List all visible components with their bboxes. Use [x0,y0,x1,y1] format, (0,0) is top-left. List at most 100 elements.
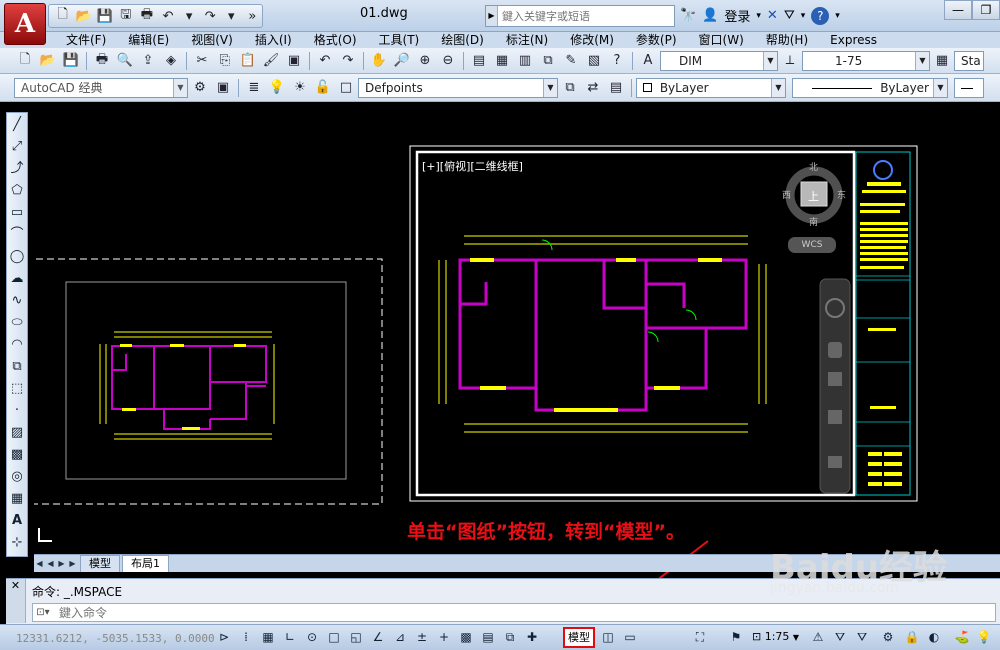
binoculars-icon[interactable]: 🔭 [680,8,696,23]
spline-icon[interactable]: ∿ [8,291,26,311]
construction-line-icon[interactable]: ⤢ [8,137,26,157]
lineweight-icon[interactable]: + [434,628,454,647]
app-logo[interactable]: A [4,3,46,45]
quick-view-layouts-icon[interactable]: ◫ [598,628,618,647]
ducs-icon[interactable]: ⊿ [390,628,410,647]
chevron-down-icon[interactable]: ▾ [801,11,806,21]
maximize-viewport-icon[interactable]: ⛶ [690,628,710,647]
print-icon[interactable]: 🖶 [91,51,113,71]
auto-scale-icon[interactable]: ⛛ [830,628,850,647]
triangle-icon[interactable]: ⛛ [784,8,795,23]
first-tab-icon[interactable]: ◀ [34,559,45,568]
table-style-icon[interactable]: ▦ [931,51,953,71]
lock-icon[interactable]: 🔒 [902,628,922,647]
dyn-icon[interactable]: ± [412,628,432,647]
otrack-icon[interactable]: ∠ [368,628,388,647]
viewcube-south[interactable]: 南 [809,215,818,228]
menu-format[interactable]: 格式(O) [303,32,368,48]
wcs-menu[interactable]: WCS [788,237,836,253]
tab-layout1[interactable]: 布局1 [122,555,169,572]
copy-icon[interactable]: ⎘ [214,51,236,71]
region-icon[interactable]: ◎ [8,467,26,487]
osnap-icon[interactable]: □ [324,628,344,647]
menu-view[interactable]: 视图(V) [180,32,244,48]
drawing-canvas[interactable]: [+][俯视][二维线框] 北 南 东 西 上 WCS [34,104,1000,554]
layer-previous-icon[interactable]: ⇄ [582,78,604,98]
polyline-icon[interactable]: ⤴ [8,159,26,179]
viewport-label[interactable]: [+][俯视][二维线框] [422,158,523,174]
restore-icon[interactable]: ❐ [972,0,1000,20]
properties-icon[interactable]: ▤ [468,51,490,71]
3d-osnap-icon[interactable]: ◱ [346,628,366,647]
login-label[interactable]: 登录 [724,6,750,25]
search-input[interactable] [498,9,674,23]
layer-state-icon[interactable]: ▤ [605,78,627,98]
menu-file[interactable]: 文件(F) [55,32,117,48]
minimize-icon[interactable]: — [944,0,972,20]
insert-block-icon[interactable]: ⧉ [8,357,26,377]
menu-draw[interactable]: 绘图(D) [430,32,495,48]
cut-icon[interactable]: ✂ [191,51,213,71]
sheet-set-icon[interactable]: ⧉ [537,51,559,71]
rectangle-icon[interactable]: ▭ [8,203,26,223]
gear-icon[interactable]: ⚙ [189,78,211,98]
dimstyle-select[interactable]: DIM ▼ [660,50,778,71]
lineweight-select[interactable] [954,77,984,98]
menu-dimension[interactable]: 标注(N) [495,32,559,48]
menu-modify[interactable]: 修改(M) [559,32,625,48]
ellipse-arc-icon[interactable]: ◠ [8,335,26,355]
redo-icon[interactable]: ↷ [201,7,220,25]
open-icon[interactable]: 📂 [37,51,59,71]
block-editor-icon[interactable]: ▣ [283,51,305,71]
polar-icon[interactable]: ⊙ [302,628,322,647]
zoom-window-icon[interactable]: ⊕ [414,51,436,71]
save-icon[interactable]: 💾 [95,7,114,25]
color-select[interactable]: ByLayer ▼ [636,77,786,98]
gear-icon[interactable]: ⚙ [878,628,898,647]
add-selected-icon[interactable]: ⊹ [8,533,26,553]
make-block-icon[interactable]: ⬚ [8,379,26,399]
menu-tools[interactable]: 工具(T) [368,32,431,48]
workspace-icon[interactable]: ▣ [212,78,234,98]
selection-cycling-icon[interactable]: ⧉ [500,628,520,647]
scale-select[interactable]: 1-75 ▼ [802,50,930,71]
chevron-down-icon[interactable]: ▾ [835,11,840,21]
redo-icon[interactable]: ↷ [337,51,359,71]
help-icon[interactable]: ? [811,6,830,25]
match-properties-icon[interactable]: 🖌 [260,51,282,71]
viewcube-top-label[interactable]: 上 [808,188,819,204]
hardware-acceleration-icon[interactable]: ◐ [924,628,944,647]
quick-view-drawings-icon[interactable]: ▭ [620,628,640,647]
snap-icon[interactable]: ⁞ [236,628,256,647]
chevron-down-icon[interactable]: ▾ [756,11,761,21]
workspace-switch-icon[interactable]: ⛛ [852,628,872,647]
coordinates-readout[interactable]: 12331.6212, -5035.1533, 0.0000 [16,632,215,645]
arc-icon[interactable]: ⌒ [8,225,26,245]
3d-print-icon[interactable]: ◈ [160,51,182,71]
last-tab-icon[interactable]: ▶ [67,559,78,568]
next-tab-icon[interactable]: ▶ [56,559,67,568]
grid-icon[interactable]: ▦ [258,628,278,647]
preview-icon[interactable]: 🔍 [114,51,136,71]
annotation-visibility-icon[interactable]: ⚑ [726,628,746,647]
new-icon[interactable]: 🗋 [14,51,36,71]
gradient-icon[interactable]: ▩ [8,445,26,465]
dropdown-icon[interactable]: ▾ [180,7,199,25]
user-icon[interactable]: 👤 [702,8,718,23]
isolate-objects-icon[interactable]: ⛳ [952,628,972,647]
tab-model[interactable]: 模型 [80,555,120,572]
markup-icon[interactable]: ✎ [560,51,582,71]
menu-express[interactable]: Express [819,32,888,48]
annotation-scale-sync-icon[interactable]: ⚠ [808,628,828,647]
menu-insert[interactable]: 插入(I) [244,32,303,48]
bulb-icon[interactable]: 💡 [974,628,994,647]
print-icon[interactable]: 🖶 [137,7,156,25]
command-input[interactable] [53,605,995,620]
undo-icon[interactable]: ↶ [314,51,336,71]
undo-icon[interactable]: ↶ [158,7,177,25]
tool-palettes-icon[interactable]: ▥ [514,51,536,71]
workspace-select[interactable]: AutoCAD 经典 ▼ [14,77,188,98]
mtext-icon[interactable]: A [8,511,26,531]
design-center-icon[interactable]: ▦ [491,51,513,71]
point-icon[interactable]: · [8,401,26,421]
